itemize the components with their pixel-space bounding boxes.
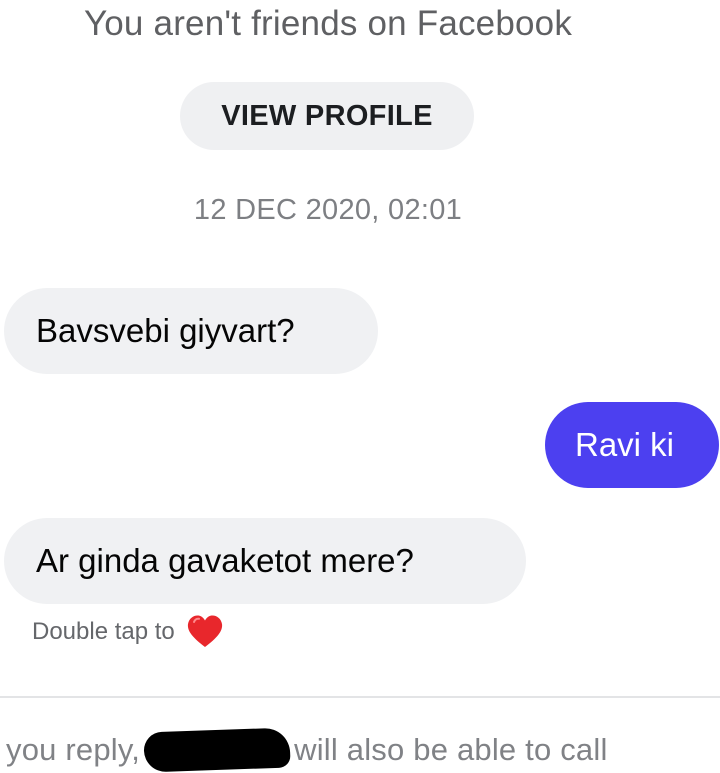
heart-icon[interactable] <box>185 612 225 652</box>
view-profile-button[interactable]: VIEW PROFILE <box>180 82 474 150</box>
incoming-message-bubble[interactable]: Bavsvebi giyvart? <box>4 288 378 374</box>
call-permission-note: you reply, will also be able to call <box>6 727 608 773</box>
note-text-end: will also be able to call <box>294 732 608 767</box>
message-text: Ravi ki <box>575 426 675 463</box>
message-text: Ar ginda gavaketot mere? <box>36 542 414 579</box>
incoming-message-bubble[interactable]: Ar ginda gavaketot mere? <box>4 518 526 604</box>
reaction-hint-text: Double tap to <box>32 618 175 645</box>
conversation-timestamp: 12 DEC 2020, 02:01 <box>193 194 463 226</box>
divider <box>0 696 720 698</box>
note-text-start: you reply, <box>6 732 141 767</box>
outgoing-message-bubble[interactable]: Ravi ki <box>545 402 719 488</box>
friend-status-text: You aren't friends on Facebook <box>83 4 573 43</box>
reaction-hint: Double tap to <box>32 612 225 652</box>
message-text: Bavsvebi giyvart? <box>36 312 295 349</box>
